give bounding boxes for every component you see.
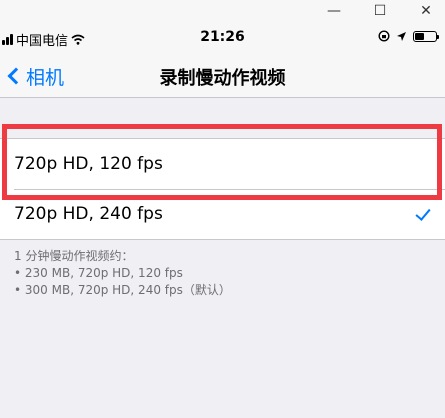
footer-note: 1 分钟慢动作视频约： • 230 MB, 720p HD, 120 fps •… bbox=[14, 248, 231, 299]
maximize-icon[interactable]: ☐ bbox=[358, 0, 402, 22]
minimize-icon[interactable]: — bbox=[312, 0, 356, 22]
checkmark-icon bbox=[415, 205, 431, 221]
rotation-lock-icon bbox=[378, 30, 390, 42]
close-icon[interactable]: ✕ bbox=[404, 0, 445, 22]
footer-line: • 300 MB, 720p HD, 240 fps（默认） bbox=[14, 283, 231, 297]
battery-icon bbox=[413, 30, 439, 42]
option-label: 720p HD, 120 fps bbox=[14, 154, 163, 174]
option-120fps[interactable]: 720p HD, 120 fps bbox=[0, 139, 445, 189]
option-240fps[interactable]: 720p HD, 240 fps bbox=[0, 189, 445, 239]
window-title-bar: — ☐ ✕ bbox=[0, 0, 445, 22]
location-icon bbox=[397, 31, 406, 41]
footer-line: • 230 MB, 720p HD, 120 fps bbox=[14, 266, 183, 280]
status-right bbox=[378, 30, 439, 42]
footer-line: 1 分钟慢动作视频约： bbox=[14, 249, 134, 263]
status-bar: 中国电信 21:26 bbox=[0, 22, 445, 54]
option-label: 720p HD, 240 fps bbox=[14, 204, 163, 224]
page-title: 录制慢动作视频 bbox=[159, 68, 286, 89]
options-list: 720p HD, 120 fps 720p HD, 240 fps bbox=[0, 138, 445, 240]
navigation-bar: 相机 录制慢动作视频 bbox=[0, 54, 445, 98]
